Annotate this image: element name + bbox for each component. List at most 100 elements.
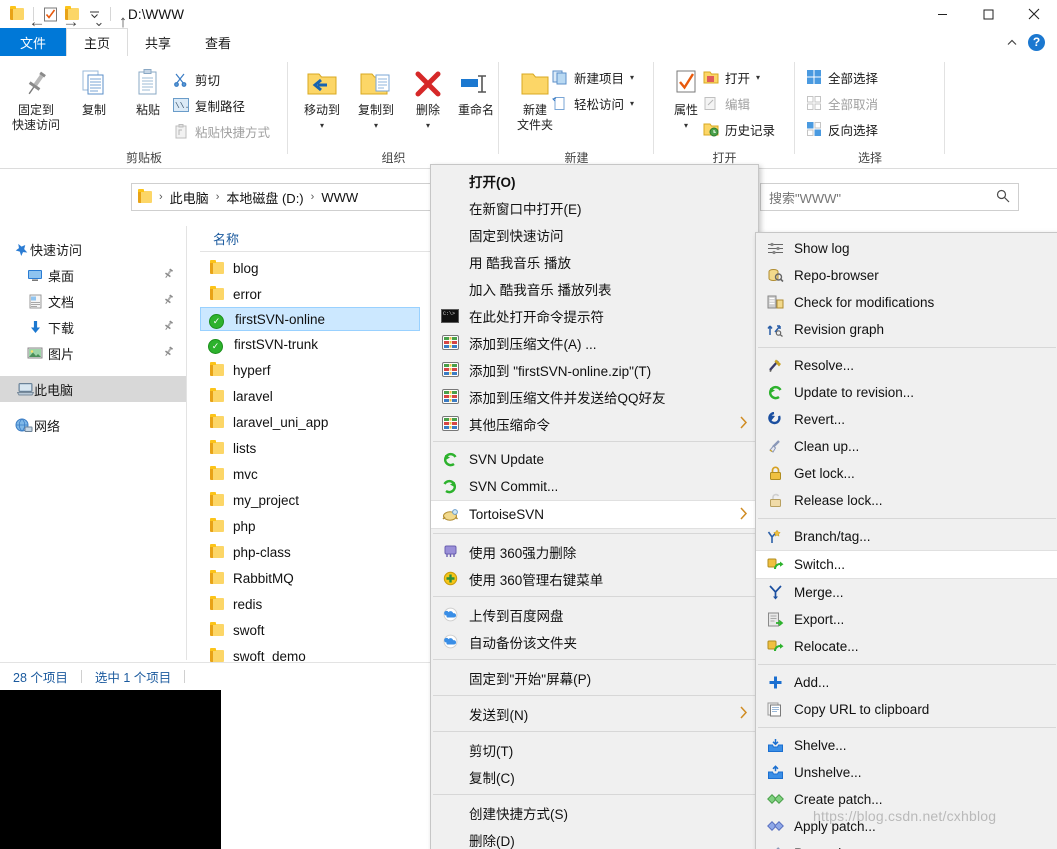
tab-share[interactable]: 共享 <box>128 28 188 56</box>
menu-item-get-lock[interactable]: Get lock... <box>756 460 1057 487</box>
pin-icon[interactable] <box>163 268 174 282</box>
menu-item-revert[interactable]: Revert... <box>756 406 1057 433</box>
menu-item-send-to[interactable]: 发送到(N) <box>431 700 758 727</box>
menu-item-export[interactable]: Export... <box>756 606 1057 633</box>
copy-button[interactable]: 复制 <box>66 62 122 118</box>
menu-item-update-to-revision[interactable]: Update to revision... <box>756 379 1057 406</box>
sidebar-item-quick-access[interactable]: 快速访问 <box>0 236 186 262</box>
table-row[interactable]: ✓ firstSVN-trunk <box>200 331 430 357</box>
copy-to-button[interactable]: 复制到 ▾ <box>348 62 404 133</box>
menu-item-revision-graph[interactable]: Revision graph <box>756 316 1057 343</box>
paste-button[interactable]: 粘贴 <box>120 62 176 118</box>
menu-item-pin-quick-access[interactable]: 固定到快速访问 <box>431 221 758 248</box>
chevron-up-icon[interactable] <box>1006 36 1018 48</box>
menu-item-360-force-delete[interactable]: 使用 360强力删除 <box>431 538 758 565</box>
menu-item-cut[interactable]: 剪切(T) <box>431 736 758 763</box>
help-icon[interactable]: ? <box>1028 33 1045 51</box>
open-button[interactable]: 打开 ▾ <box>702 66 760 88</box>
menu-item-svn-update[interactable]: SVN Update <box>431 446 758 473</box>
pane-splitter[interactable] <box>186 226 187 660</box>
menu-item-kuwo-play[interactable]: 用 酷我音乐 播放 <box>431 248 758 275</box>
table-row[interactable]: php <box>200 513 430 539</box>
up-button[interactable]: ↑ <box>112 11 134 33</box>
menu-item-kuwo-playlist[interactable]: 加入 酷我音乐 播放列表 <box>431 275 758 302</box>
menu-item-add-to-zip-named[interactable]: 添加到 "firstSVN-online.zip"(T) <box>431 356 758 383</box>
pin-icon[interactable] <box>163 346 174 360</box>
copy-path-button[interactable]: \\.. 复制路径 <box>172 94 245 116</box>
table-row[interactable]: ✓ firstSVN-online <box>200 307 420 331</box>
menu-item-properties[interactable]: Properties <box>756 840 1057 849</box>
table-row[interactable]: blog <box>200 255 430 281</box>
table-row[interactable]: my_project <box>200 487 430 513</box>
chevron-down-icon[interactable]: ▾ <box>426 118 430 133</box>
cut-button[interactable]: 剪切 <box>172 68 220 90</box>
select-all-button[interactable]: 全部选择 <box>805 66 878 88</box>
move-to-button[interactable]: 移动到 ▾ <box>294 62 350 133</box>
menu-item-open-new-window[interactable]: 在新窗口中打开(E) <box>431 194 758 221</box>
table-row[interactable]: swoft <box>200 617 430 643</box>
menu-item-clean-up[interactable]: Clean up... <box>756 433 1057 460</box>
menu-item-tortoisesvn[interactable]: TortoiseSVN <box>431 500 758 529</box>
pin-to-quick-access-button[interactable]: 固定到 快速访问 <box>8 62 64 133</box>
menu-item-360-manage-context-menu[interactable]: 使用 360管理右键菜单 <box>431 565 758 592</box>
menu-item-upload-baidu-cloud[interactable]: 上传到百度网盘 <box>431 601 758 628</box>
history-button[interactable]: 历史记录 <box>702 118 775 140</box>
sidebar-item-documents[interactable]: 文档 <box>0 288 186 314</box>
menu-item-create-shortcut[interactable]: 创建快捷方式(S) <box>431 799 758 826</box>
recent-locations-button[interactable]: ⌄ <box>88 11 110 33</box>
menu-item-merge[interactable]: Merge... <box>756 579 1057 606</box>
menu-item-apply-patch[interactable]: Apply patch... <box>756 813 1057 840</box>
menu-item-open-cmd-here[interactable]: C:\> 在此处打开命令提示符 <box>431 302 758 329</box>
menu-item-repo-browser[interactable]: Repo-browser <box>756 262 1057 289</box>
menu-item-switch[interactable]: Switch... <box>756 550 1057 579</box>
chevron-down-icon[interactable]: ▾ <box>374 118 378 133</box>
menu-item-release-lock[interactable]: Release lock... <box>756 487 1057 514</box>
menu-item-create-patch[interactable]: Create patch... <box>756 786 1057 813</box>
chevron-down-icon[interactable]: ▾ <box>756 73 760 82</box>
breadcrumb-www[interactable]: WWW <box>318 190 361 205</box>
menu-item-unshelve[interactable]: Unshelve... <box>756 759 1057 786</box>
chevron-down-icon[interactable]: ▾ <box>320 118 324 133</box>
menu-item-copy-url-to-clipboard[interactable]: Copy URL to clipboard <box>756 696 1057 723</box>
menu-item-resolve[interactable]: Resolve... <box>756 352 1057 379</box>
breadcrumb-this-pc[interactable]: 此电脑 <box>167 188 212 207</box>
table-row[interactable]: laravel <box>200 383 430 409</box>
menu-item-check-modifications[interactable]: Check for modifications <box>756 289 1057 316</box>
sidebar-item-network[interactable]: 网络 <box>0 412 186 438</box>
maximize-button[interactable] <box>965 0 1011 28</box>
table-row[interactable]: RabbitMQ <box>200 565 430 591</box>
pin-icon[interactable] <box>163 320 174 334</box>
search-icon[interactable] <box>996 189 1010 206</box>
sidebar-item-downloads[interactable]: 下载 <box>0 314 186 340</box>
breadcrumb-local-disk[interactable]: 本地磁盘 (D:) <box>223 188 306 207</box>
table-row[interactable]: lists <box>200 435 430 461</box>
menu-item-branch-tag[interactable]: Branch/tag... <box>756 523 1057 550</box>
chevron-down-icon[interactable]: ▾ <box>630 99 634 108</box>
minimize-button[interactable] <box>919 0 965 28</box>
menu-item-show-log[interactable]: Show log <box>756 235 1057 262</box>
menu-item-copy[interactable]: 复制(C) <box>431 763 758 790</box>
forward-button[interactable]: → <box>60 11 82 33</box>
easy-access-button[interactable]: 轻松访问 ▾ <box>551 92 634 114</box>
menu-item-svn-commit[interactable]: SVN Commit... <box>431 473 758 500</box>
sidebar-item-this-pc[interactable]: 此电脑 <box>0 376 186 402</box>
table-row[interactable]: php-class <box>200 539 430 565</box>
menu-item-auto-backup-folder[interactable]: 自动备份该文件夹 <box>431 628 758 655</box>
column-header-name[interactable]: 名称 <box>213 229 239 248</box>
pin-icon[interactable] <box>163 294 174 308</box>
chevron-down-icon[interactable]: ▾ <box>630 73 634 82</box>
rename-button[interactable]: 重命名 <box>448 62 504 118</box>
back-button[interactable]: ← <box>26 11 48 33</box>
menu-item-relocate[interactable]: Relocate... <box>756 633 1057 660</box>
menu-item-shelve[interactable]: Shelve... <box>756 732 1057 759</box>
chevron-down-icon[interactable]: ▾ <box>684 118 688 133</box>
table-row[interactable]: error <box>200 281 430 307</box>
search-box[interactable]: 搜索"WWW" <box>760 183 1019 211</box>
sidebar-item-desktop[interactable]: 桌面 <box>0 262 186 288</box>
menu-item-archive-send-qq[interactable]: 添加到压缩文件并发送给QQ好友 <box>431 383 758 410</box>
menu-item-other-archive-commands[interactable]: 其他压缩命令 <box>431 410 758 437</box>
menu-item-add-to-archive[interactable]: 添加到压缩文件(A) ... <box>431 329 758 356</box>
table-row[interactable]: laravel_uni_app <box>200 409 430 435</box>
menu-item-delete[interactable]: 删除(D) <box>431 826 758 849</box>
sidebar-item-pictures[interactable]: 图片 <box>0 340 186 366</box>
